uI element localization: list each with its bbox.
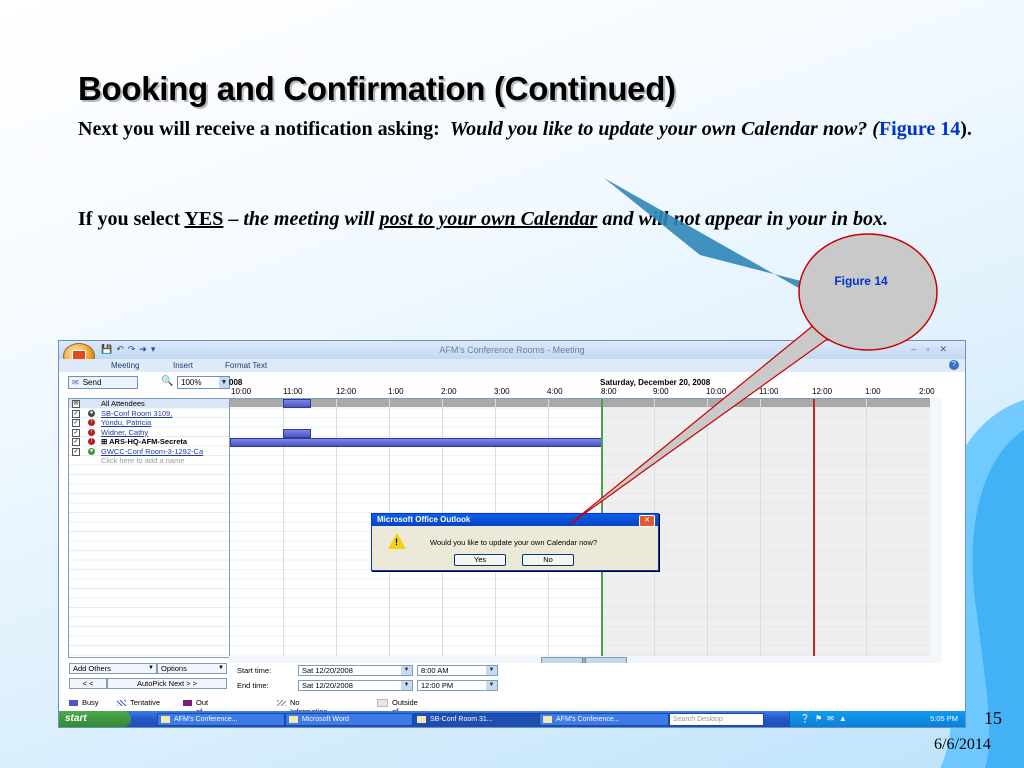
callout-label: Figure 14 xyxy=(834,274,888,288)
slide-number: 15 xyxy=(984,708,1002,728)
callout-balloon xyxy=(569,178,938,525)
slide-date: 6/6/2014 xyxy=(934,736,991,753)
